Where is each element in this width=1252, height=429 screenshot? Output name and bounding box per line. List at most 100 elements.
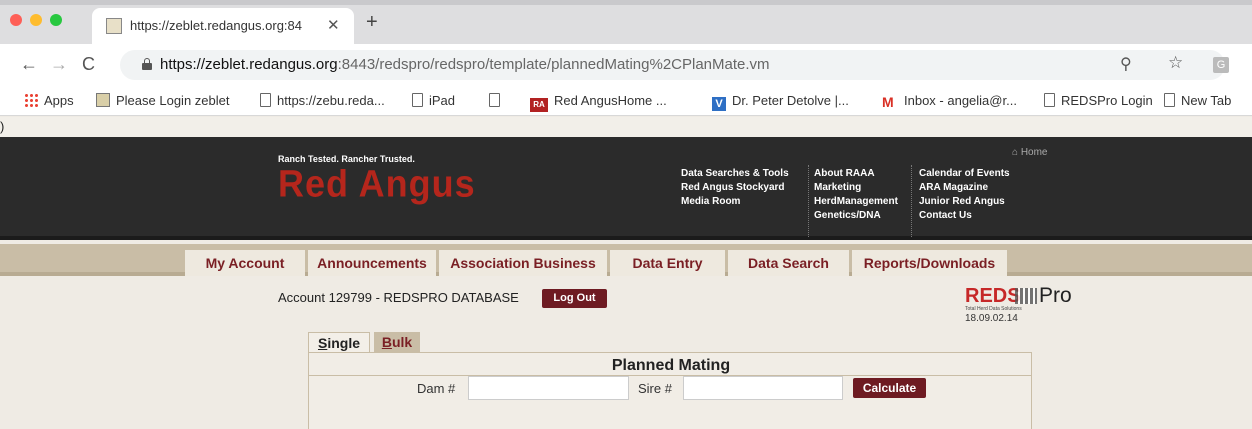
gmail-icon: M [882, 94, 894, 110]
bookmark-label: iPad [429, 93, 456, 108]
menu-contact[interactable]: Contact Us [919, 209, 1010, 223]
tab-announcements[interactable]: Announcements [308, 250, 436, 276]
ra-icon: RA [530, 98, 548, 112]
maximize-window-button[interactable] [50, 14, 62, 26]
menu-herd-management[interactable]: HerdManagement [814, 195, 898, 209]
calculate-button[interactable]: Calculate [853, 378, 926, 398]
bookmark-red-angus-home[interactable]: RA Red AngusHome ... [530, 93, 667, 112]
site-header: Ranch Tested. Rancher Trusted. Red Angus… [0, 137, 1252, 240]
reload-icon[interactable]: C [82, 53, 95, 75]
bookmarks-bar: Apps Please Login zeblet https://zebu.re… [0, 86, 1252, 116]
url-text[interactable]: https://zeblet.redangus.org:8443/redspro… [160, 56, 770, 73]
bookmark-label: Dr. Peter Detolve |... [732, 93, 849, 108]
close-window-button[interactable] [10, 14, 22, 26]
browser-tab[interactable]: https://zeblet.redangus.org:84 ✕ [92, 8, 354, 44]
red-angus-logo[interactable]: Red Angus [278, 162, 476, 206]
tab-data-search[interactable]: Data Search [728, 250, 849, 276]
reds-word: REDS [965, 285, 1021, 307]
tab-association-business[interactable]: Association Business [439, 250, 607, 276]
pro-word: Pro [1039, 284, 1072, 307]
menu-calendar[interactable]: Calendar of Events [919, 167, 1010, 181]
planned-mating-panel: Planned Mating Dam # Sire # Calculate [308, 352, 1032, 429]
home-link[interactable]: ⌂ Home [1012, 147, 1048, 158]
tab-single-label: ingle [327, 335, 360, 351]
tab-bulk[interactable]: Bulk [374, 332, 420, 352]
site-nav: My Account Announcements Association Bus… [0, 244, 1252, 276]
v-icon: V [712, 97, 726, 111]
sire-label: Sire # [638, 381, 672, 396]
bookmark-blank[interactable] [489, 93, 506, 108]
tab-favicon-icon [106, 18, 122, 34]
bookmark-label: Red AngusHome ... [554, 93, 667, 108]
tab-close-icon[interactable]: ✕ [327, 16, 340, 34]
page-icon [260, 93, 271, 107]
tab-title: https://zeblet.redangus.org:84 [130, 18, 303, 33]
menu-stockyard[interactable]: Red Angus Stockyard [681, 181, 789, 195]
back-arrow-icon[interactable]: ← [20, 53, 38, 75]
menu-about[interactable]: About RAAA [814, 167, 898, 181]
menu-marketing[interactable]: Marketing [814, 181, 898, 195]
header-menu-col-2: About RAAA Marketing HerdManagement Gene… [814, 167, 898, 223]
tab-reports-downloads[interactable]: Reports/Downloads [852, 250, 1007, 276]
page-icon [489, 93, 500, 107]
panel-divider [309, 375, 1031, 376]
page-icon [412, 93, 423, 107]
bookmark-ipad[interactable]: iPad [412, 93, 455, 108]
extension-icon[interactable]: G [1213, 57, 1229, 73]
menu-data-searches[interactable]: Data Searches & Tools [681, 167, 789, 181]
menu-media-room[interactable]: Media Room [681, 195, 789, 209]
stray-text: ) [0, 119, 5, 134]
menu-genetics[interactable]: Genetics/DNA [814, 209, 898, 223]
tab-my-account[interactable]: My Account [185, 250, 305, 276]
bookmark-label: Please Login zeblet [116, 93, 230, 108]
dam-input[interactable] [468, 376, 629, 400]
url-host: https://zeblet.redangus.org [160, 56, 338, 73]
bookmark-please-login[interactable]: Please Login zeblet [96, 93, 229, 108]
bookmark-label: New Tab [1181, 93, 1232, 108]
browser-tab-bar: https://zeblet.redangus.org:84 ✕ + [0, 0, 1252, 44]
header-menu-col-3: Calendar of Events ARA Magazine Junior R… [919, 167, 1010, 223]
bookmark-redspro-login[interactable]: REDSPro Login [1044, 93, 1153, 108]
tab-bulk-label: ulk [391, 334, 413, 350]
header-menu-col-1: Data Searches & Tools Red Angus Stockyar… [681, 167, 789, 209]
bookmark-label: Apps [44, 93, 74, 108]
reds-subtitle: Total Herd Data Solutions [965, 306, 1022, 312]
bookmark-inbox[interactable]: M Inbox - angelia@r... [882, 93, 1017, 109]
forward-arrow-icon[interactable]: → [50, 53, 68, 75]
new-tab-button[interactable]: + [366, 12, 378, 32]
picture-icon [96, 93, 110, 107]
url-path: :8443/redspro/redspro/template/plannedMa… [337, 56, 770, 73]
browser-toolbar: ← → C https://zeblet.redangus.org:8443/r… [0, 44, 1252, 86]
page-top-row: ) [0, 117, 1252, 137]
sire-input[interactable] [683, 376, 843, 400]
bookmark-label: Inbox - angelia@r... [904, 93, 1017, 108]
page-icon [1044, 93, 1055, 107]
bookmark-apps[interactable]: Apps [24, 93, 74, 108]
menu-junior[interactable]: Junior Red Angus [919, 195, 1010, 209]
logout-button[interactable]: Log Out [542, 289, 607, 308]
panel-title: Planned Mating [611, 357, 731, 374]
page-icon [1164, 93, 1175, 107]
tab-single[interactable]: Single [308, 332, 370, 352]
bookmark-label: https://zebu.reda... [277, 93, 385, 108]
version-number: 18.09.02.14 [965, 313, 1018, 324]
menu-divider [911, 165, 912, 237]
tab-data-entry[interactable]: Data Entry [610, 250, 725, 276]
menu-magazine[interactable]: ARA Magazine [919, 181, 1010, 195]
bookmark-label: REDSPro Login [1061, 93, 1153, 108]
bookmark-new-tab[interactable]: New Tab [1164, 93, 1231, 108]
reds-grid-graphic [1015, 288, 1037, 304]
bookmark-zebu[interactable]: https://zebu.reda... [260, 93, 385, 108]
zoom-icon[interactable]: ⚲ [1120, 54, 1132, 74]
menu-divider [808, 165, 809, 237]
account-info: Account 129799 - REDSPRO DATABASE [278, 290, 519, 305]
lock-icon[interactable] [142, 58, 152, 70]
address-bar[interactable]: https://zeblet.redangus.org:8443/redspro… [120, 50, 1229, 80]
bookmark-dr-peter[interactable]: V Dr. Peter Detolve |... [712, 93, 849, 111]
minimize-window-button[interactable] [30, 14, 42, 26]
tab-bulk-accesskey: B [381, 334, 392, 350]
tab-bar-top-strip [0, 0, 1252, 5]
dam-label: Dam # [417, 381, 456, 396]
bookmark-star-icon[interactable]: ☆ [1168, 53, 1183, 73]
tab-single-accesskey: S [317, 335, 328, 351]
